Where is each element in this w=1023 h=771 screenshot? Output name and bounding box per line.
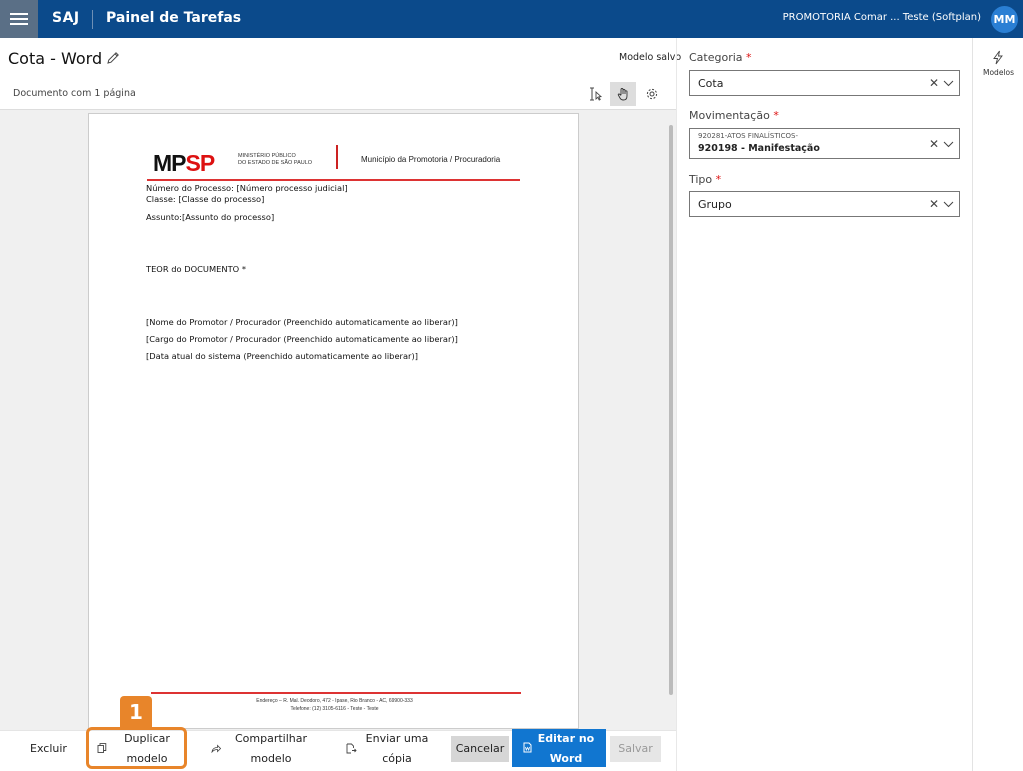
tipo-select[interactable]: Grupo ✕	[689, 191, 960, 217]
hand-icon	[617, 88, 628, 101]
promoter-role-line: [Cargo do Promotor / Procurador (Preench…	[146, 334, 458, 344]
user-avatar[interactable]: MM	[991, 6, 1018, 33]
document-title: Cota - Word	[8, 49, 103, 68]
promoter-name-line: [Nome do Promotor / Procurador (Preenchi…	[146, 317, 458, 327]
clear-icon[interactable]: ✕	[929, 137, 939, 151]
panel-divider	[676, 38, 677, 771]
modelos-label[interactable]: Modelos	[983, 68, 1014, 77]
viewer-scrollbar[interactable]	[669, 125, 673, 695]
chevron-down-icon[interactable]	[943, 80, 954, 87]
organization-name[interactable]: PROMOTORIA Comar ... Teste (Softplan)	[783, 12, 981, 23]
edit-title-icon[interactable]	[106, 50, 120, 64]
menu-icon[interactable]	[0, 0, 38, 38]
delete-button[interactable]: Excluir	[30, 739, 67, 759]
text-cursor-icon	[590, 87, 603, 101]
edit-in-word-button[interactable]: Editar no Word	[512, 729, 606, 767]
side-divider	[972, 38, 973, 771]
save-status: Modelo salvo	[619, 52, 682, 63]
movimentacao-label: Movimentação *	[689, 109, 779, 122]
text-select-tool[interactable]	[583, 82, 609, 106]
brand-divider	[92, 10, 93, 29]
cancel-button[interactable]: Cancelar	[451, 736, 509, 762]
app-title: Painel de Tarefas	[106, 10, 242, 26]
settings-tool[interactable]	[639, 82, 665, 106]
lightning-icon[interactable]	[992, 50, 1004, 65]
share-model-button[interactable]: Compartilhar modelo	[208, 729, 314, 769]
gear-icon	[646, 88, 658, 100]
send-document-icon	[346, 743, 357, 754]
movimentacao-select[interactable]: 920281-ATOS FINALÍSTICOS- 920198 - Manif…	[689, 128, 960, 159]
chevron-down-icon[interactable]	[943, 141, 954, 148]
send-copy-button[interactable]: Enviar uma cópia	[344, 729, 434, 769]
municipio-label: Município da Promotoria / Procuradoria	[361, 155, 501, 164]
class-line: Classe: [Classe do processo]	[146, 194, 265, 204]
word-document-icon	[523, 742, 532, 753]
document-page: MPSP MINISTÉRIO PÚBLICO DO ESTADO DE SÃO…	[88, 113, 579, 729]
footer-rule	[151, 692, 521, 694]
chevron-down-icon[interactable]	[943, 201, 954, 208]
categoria-label: Categoria *	[689, 51, 752, 64]
step-highlight	[86, 727, 187, 769]
pan-tool[interactable]	[610, 82, 636, 106]
clear-icon[interactable]: ✕	[929, 76, 939, 90]
footer-address: Endereço – R. Mal. Deodoro, 472 - Ipase,…	[256, 698, 413, 704]
system-date-line: [Data atual do sistema (Preenchido autom…	[146, 351, 418, 361]
save-button[interactable]: Salvar	[610, 736, 661, 762]
mpsp-logo: MPSP	[153, 150, 215, 176]
categoria-select[interactable]: Cota ✕	[689, 70, 960, 96]
clear-icon[interactable]: ✕	[929, 197, 939, 211]
subject-line: Assunto:[Assunto do processo]	[146, 212, 275, 222]
logo-subtitle: MINISTÉRIO PÚBLICO DO ESTADO DE SÃO PAUL…	[238, 153, 313, 166]
footer-phone: Telefone: (12) 3105-6116 - Teste - Teste	[290, 706, 379, 712]
logo-divider	[336, 145, 338, 169]
page-count: Documento com 1 página	[13, 88, 136, 99]
top-bar: SAJ Painel de Tarefas PROMOTORIA Comar .…	[0, 0, 1023, 38]
header-rule	[147, 179, 520, 181]
share-icon	[211, 744, 221, 753]
tipo-label: Tipo *	[689, 173, 722, 186]
brand-logo[interactable]: SAJ	[52, 10, 80, 26]
document-body-line: TEOR do DOCUMENTO *	[146, 264, 247, 274]
process-number-line: Número do Processo: [Número processo jud…	[146, 183, 348, 193]
step-badge: 1	[120, 696, 152, 728]
